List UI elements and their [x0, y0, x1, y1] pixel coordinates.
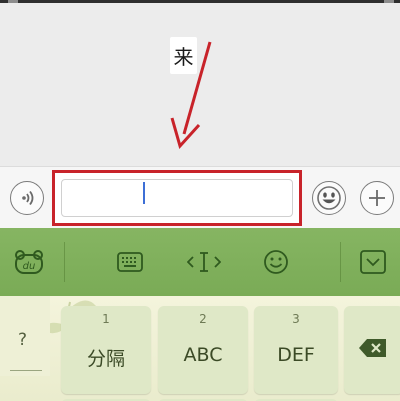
smiley-icon — [264, 250, 288, 274]
delete-key[interactable] — [344, 306, 400, 394]
key-label: DEF — [277, 344, 315, 366]
svg-text:du: du — [23, 261, 36, 272]
symbol-key-label: ? — [18, 330, 28, 350]
toolbar-divider — [340, 242, 341, 282]
ime-toolbar: du — [0, 228, 400, 296]
backspace-icon — [359, 339, 386, 357]
chat-area: 来 — [0, 3, 400, 166]
toolbar-divider — [64, 242, 65, 282]
key-number: 3 — [292, 312, 300, 326]
key-1[interactable]: 1 分隔 — [61, 306, 151, 394]
cursor-move-button[interactable] — [184, 228, 224, 296]
smiley-face-icon — [317, 186, 341, 210]
text-field-highlight — [52, 170, 302, 226]
voice-button[interactable] — [10, 181, 44, 215]
symbol-key-underline — [10, 370, 42, 371]
emoji-panel-button[interactable] — [256, 228, 296, 296]
message-bubble[interactable]: 来 — [170, 37, 197, 74]
symbol-key[interactable]: ? — [0, 296, 50, 376]
emoji-button[interactable] — [312, 181, 346, 215]
collapse-keyboard-button[interactable] — [352, 228, 394, 296]
key-label: ABC — [183, 344, 223, 366]
key-number: 2 — [199, 312, 207, 326]
ime-keyboard: ? 1 分隔 2 ABC 3 DEF — [0, 296, 400, 401]
ime-logo-button[interactable]: du — [8, 228, 50, 296]
keyboard-switch-button[interactable] — [110, 228, 150, 296]
du-bear-logo-icon: du — [15, 250, 43, 274]
input-bar — [0, 166, 400, 228]
cursor-move-icon — [187, 252, 221, 272]
message-input[interactable] — [61, 179, 293, 217]
plus-button[interactable] — [360, 181, 394, 215]
key-2[interactable]: 2 ABC — [158, 306, 248, 394]
key-label: 分隔 — [86, 348, 125, 370]
plus-icon — [369, 190, 385, 206]
key-number: 1 — [102, 312, 110, 326]
voice-waves-icon — [22, 190, 34, 206]
key-3[interactable]: 3 DEF — [254, 306, 338, 394]
text-caret — [143, 182, 145, 204]
collapse-keyboard-icon — [360, 250, 386, 274]
keyboard-icon — [117, 252, 143, 272]
